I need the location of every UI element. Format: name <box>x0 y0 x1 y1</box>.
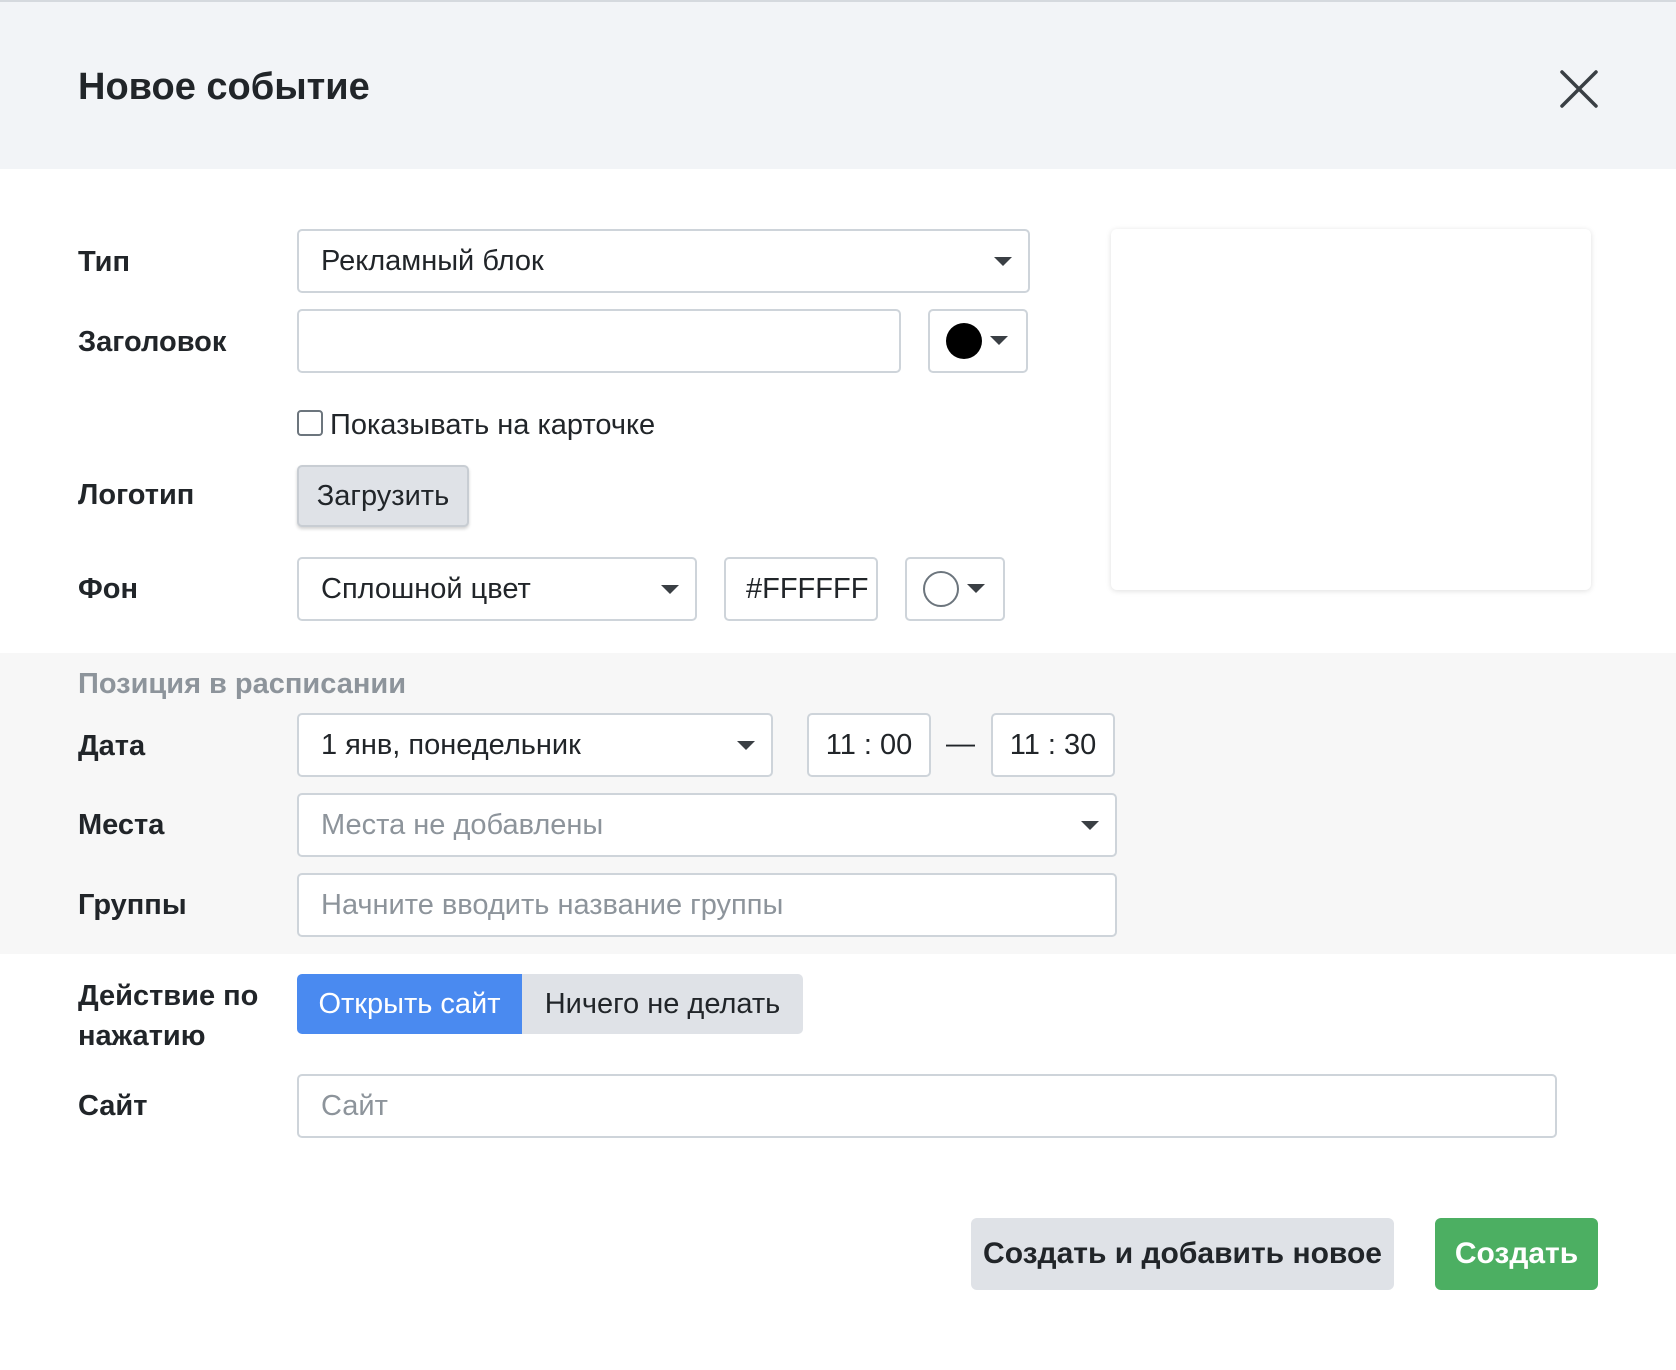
site-input[interactable]: Сайт <box>297 1074 1557 1138</box>
places-label: Места <box>78 809 165 841</box>
places-placeholder: Места не добавлены <box>321 808 604 841</box>
background-hex-value: #FFFFFF <box>746 572 869 605</box>
background-label: Фон <box>78 573 138 605</box>
date-select[interactable]: 1 янв, понедельник <box>297 713 773 777</box>
upload-button[interactable]: Загрузить <box>297 465 469 527</box>
action-open-site-button[interactable]: Открыть сайт <box>297 974 522 1034</box>
chevron-down-icon <box>994 257 1012 266</box>
close-icon[interactable] <box>1558 68 1600 110</box>
create-button[interactable]: Создать <box>1435 1218 1598 1290</box>
heading-input[interactable] <box>297 309 901 373</box>
date-label: Дата <box>78 730 146 762</box>
groups-label: Группы <box>78 889 187 921</box>
chevron-down-icon <box>990 336 1008 345</box>
action-label-line1: Действие по <box>78 980 259 1012</box>
action-label-line2: нажатию <box>78 1020 206 1052</box>
chevron-down-icon <box>967 584 985 593</box>
heading-label: Заголовок <box>78 326 227 358</box>
heading-color-picker[interactable] <box>928 309 1028 373</box>
site-label: Сайт <box>78 1090 148 1122</box>
groups-placeholder: Начните вводить название группы <box>321 888 784 921</box>
time-end-input[interactable]: 11 : 30 <box>991 713 1115 777</box>
action-do-nothing-button[interactable]: Ничего не делать <box>522 974 803 1034</box>
background-mode-select[interactable]: Сплошной цвет <box>297 557 697 621</box>
schedule-section-title: Позиция в расписании <box>78 668 407 700</box>
logo-label: Логотип <box>78 479 195 511</box>
modal-title: Новое событие <box>78 66 370 108</box>
site-placeholder: Сайт <box>321 1089 388 1122</box>
time-start-input[interactable]: 11 : 00 <box>807 713 931 777</box>
type-label: Тип <box>78 246 130 278</box>
create-and-add-button[interactable]: Создать и добавить новое <box>971 1218 1394 1290</box>
type-select[interactable]: Рекламный блок <box>297 229 1030 293</box>
background-color-picker[interactable] <box>905 557 1005 621</box>
chevron-down-icon <box>1081 821 1099 830</box>
chevron-down-icon <box>661 585 679 594</box>
time-separator: — <box>946 728 975 760</box>
places-select[interactable]: Места не добавлены <box>297 793 1117 857</box>
show-on-card-checkbox[interactable] <box>297 410 323 436</box>
heading-color-swatch <box>946 323 982 359</box>
background-mode-value: Сплошной цвет <box>321 572 531 605</box>
modal-header: Новое событие <box>0 0 1676 169</box>
type-select-value: Рекламный блок <box>321 244 544 277</box>
event-preview-card <box>1111 229 1591 590</box>
background-color-swatch <box>923 571 959 607</box>
groups-input[interactable]: Начните вводить название группы <box>297 873 1117 937</box>
show-on-card-label[interactable]: Показывать на карточке <box>330 406 655 444</box>
background-hex-input[interactable]: #FFFFFF <box>724 557 878 621</box>
chevron-down-icon <box>737 741 755 750</box>
date-select-value: 1 янв, понедельник <box>321 728 581 761</box>
